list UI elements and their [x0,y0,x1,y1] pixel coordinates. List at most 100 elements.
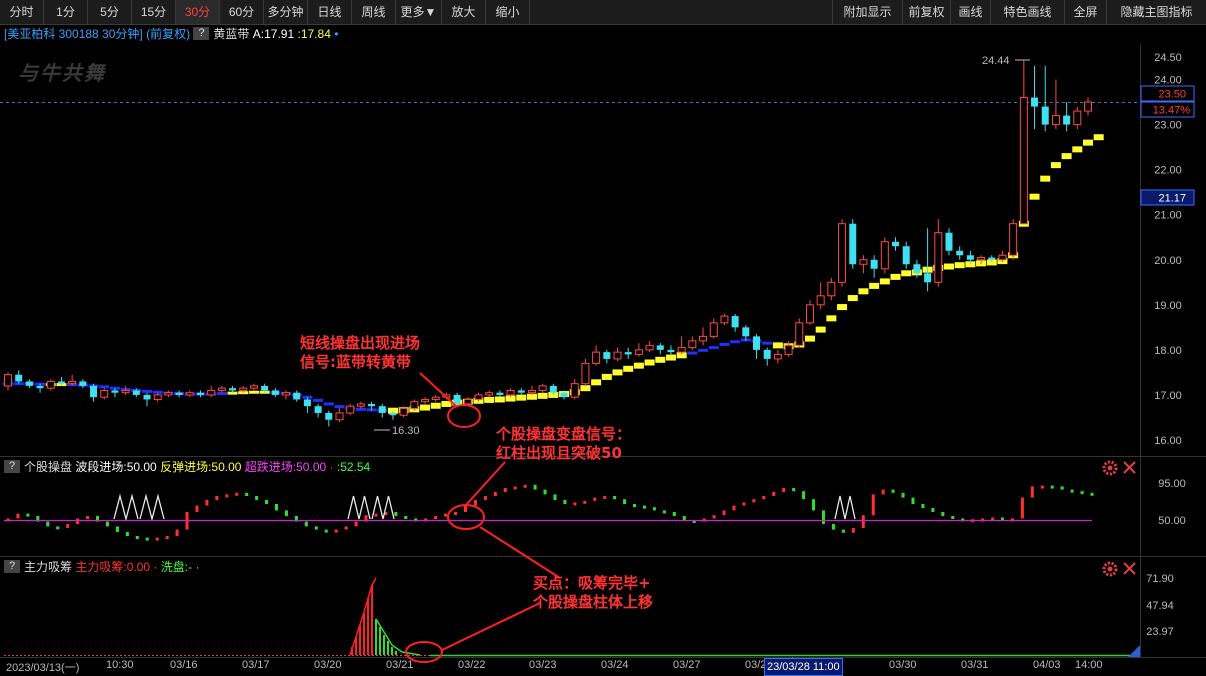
indicator1-bar [255,496,259,500]
band-segment [879,278,890,285]
candle-body [699,335,708,342]
indicator2-help-icon[interactable]: ? [4,560,20,573]
candle-body [25,381,33,386]
band-segment [730,340,741,344]
band-segment [462,398,473,405]
candle-body [46,380,55,389]
band-segment [751,339,762,343]
indicator1-bar [324,529,328,533]
tab-multi-min[interactable]: 多分钟 [264,0,308,24]
time-label: 03/23 [529,659,557,671]
watermark-logo: 与牛共舞 [18,61,106,85]
indicator1-bar [652,507,656,511]
candle-body [249,385,258,389]
price-tick: 20.00 [1154,255,1182,267]
band-segment [644,359,655,366]
draw-line-button[interactable]: 画线 [950,0,990,24]
indicator1-bar [434,516,438,519]
help-icon[interactable]: ? [193,27,210,40]
band-segment [687,351,698,355]
extra-display-button[interactable]: 附加显示 [832,0,902,24]
indicator1-bar [1070,489,1074,493]
indicator1-bar [841,529,845,533]
indicator1-bar [1030,486,1034,498]
indicator1-bar [891,489,895,493]
indicator1-close-icon[interactable] [1123,461,1136,474]
indicator2-settings-icon[interactable] [1102,561,1118,577]
indicator1-bar [344,526,348,530]
indicator1-bar [1020,497,1024,519]
indicator1-settings-icon[interactable] [1102,460,1118,476]
candle-body [368,403,376,407]
tab-more[interactable]: 更多▼ [396,0,442,24]
zoom-out-button[interactable]: 缩小 [486,0,530,24]
tab-30min[interactable]: 30分 [176,0,220,24]
candle-body [560,392,568,398]
candle-body [293,392,301,400]
indicator1-bar [1010,518,1014,522]
fullscreen-button[interactable]: 全屏 [1064,0,1106,24]
band-segment [409,406,420,413]
low-price-label: 16.30 [392,425,420,437]
tab-timeshare[interactable]: 分时 [0,0,44,24]
indicator2-tick: 71.90 [1146,573,1174,585]
forward-adjust-button[interactable]: 前复权 [902,0,950,24]
band-segment [537,392,548,399]
band-segment [601,373,612,380]
band-segment [847,295,858,302]
band-segment [45,383,56,387]
tab-15min[interactable]: 15分 [132,0,176,24]
candle-body [314,406,322,413]
hide-indicator-button[interactable]: 隐藏主图指标 [1106,0,1206,24]
candle-body [1009,223,1018,256]
indicator-name: 黄蓝带 [213,27,250,41]
candle-body [753,336,761,350]
indicator2-header: ? 主力吸筹 主力吸筹:0.00 · 洗盘:- · [4,560,199,574]
candle-body [838,223,847,283]
band-segment [67,383,78,387]
crosshair-time-tag: 23/03/28 11:00 [764,658,843,676]
indicator1-bar [573,502,577,506]
indicator1-item: :52.54 [336,460,371,474]
candle-body [485,392,494,396]
tab-5min[interactable]: 5分 [88,0,132,24]
indicator1-bar [314,526,318,530]
band-segment [698,348,709,352]
indicator1-bar [115,526,119,532]
tab-1min[interactable]: 1分 [44,0,88,24]
indicator1-item: · [329,460,334,474]
band-segment [323,402,334,406]
resize-corner-icon[interactable] [1128,645,1140,657]
candle-body [977,257,986,261]
band-segment [997,258,1008,265]
indicator2-close-icon[interactable] [1123,562,1136,575]
tab-daily[interactable]: 日线 [308,0,352,24]
candle-body [784,344,793,355]
candle-body [356,403,365,407]
special-draw-button[interactable]: 特色画线 [990,0,1064,24]
candle-body [1073,110,1082,126]
indicator1-bar [772,492,776,496]
candle-body [164,392,173,396]
band-segment [174,392,185,396]
band-segment [1083,139,1093,146]
price-tick: 22.00 [1154,165,1182,177]
indicator1-bar [513,486,517,490]
indicator1-bar [46,521,50,527]
indicator1-bar [603,496,607,499]
indicator1-bar [454,512,458,515]
indicator2-item: 洗盘:- [160,560,193,574]
tab-weekly[interactable]: 周线 [352,0,396,24]
indicator1-bar [563,500,567,504]
tab-60min[interactable]: 60分 [220,0,264,24]
band-segment [826,315,837,322]
indicator1-bar [682,516,686,520]
band-segment [804,335,815,342]
band-segment [783,343,794,350]
candle-body [282,392,291,396]
band-segment [131,388,142,392]
indicator1-help-icon[interactable]: ? [4,460,20,473]
marker-price-tag [1140,189,1195,206]
zoom-in-button[interactable]: 放大 [442,0,486,24]
candle-body [1031,97,1039,107]
